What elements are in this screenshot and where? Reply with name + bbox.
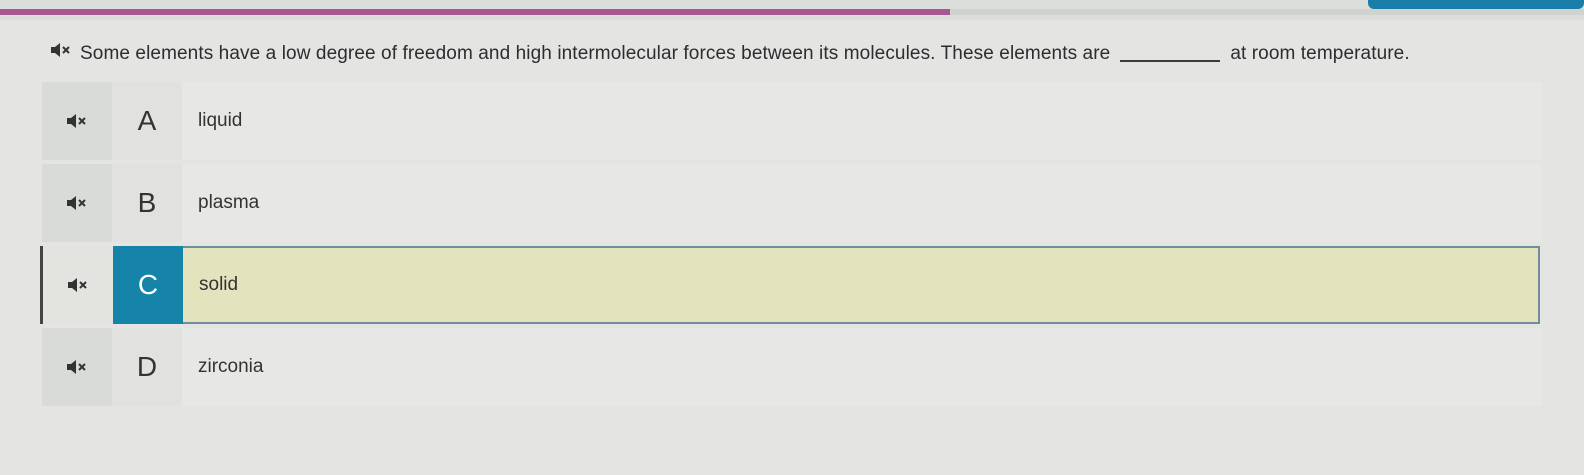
speaker-mute-icon	[67, 360, 86, 374]
option-d[interactable]: D zirconia	[42, 328, 1542, 406]
option-c[interactable]: C solid	[40, 246, 1540, 324]
top-bar	[0, 0, 1584, 20]
option-b-speaker-button[interactable]	[42, 164, 112, 242]
option-c-speaker-button[interactable]	[40, 246, 113, 324]
option-b-letter: B	[112, 164, 182, 242]
option-a[interactable]: A liquid	[42, 82, 1542, 160]
progress-bar	[0, 9, 1584, 15]
option-b-text: plasma	[182, 164, 1542, 242]
option-c-text: solid	[183, 246, 1540, 324]
option-a-speaker-button[interactable]	[42, 82, 112, 160]
question-text-after: at room temperature.	[1230, 43, 1410, 64]
option-a-letter: A	[112, 82, 182, 160]
option-a-text: liquid	[182, 82, 1542, 160]
speaker-mute-icon	[51, 43, 70, 57]
option-d-letter: D	[112, 328, 182, 406]
speaker-mute-icon	[67, 196, 86, 210]
option-c-letter: C	[113, 246, 183, 324]
answer-blank	[1120, 60, 1221, 62]
question-speaker-button[interactable]	[42, 38, 80, 62]
answer-options: A liquid B plasma C solid D zirconia	[40, 82, 1584, 410]
option-b[interactable]: B plasma	[42, 164, 1542, 242]
speaker-mute-icon	[67, 114, 86, 128]
progress-bar-fill	[0, 9, 951, 15]
top-right-button[interactable]	[1368, 0, 1584, 9]
speaker-mute-icon	[68, 278, 87, 292]
option-d-speaker-button[interactable]	[42, 328, 112, 406]
question-text-before: Some elements have a low degree of freed…	[80, 43, 1111, 64]
option-d-text: zirconia	[182, 328, 1542, 406]
question-text: Some elements have a low degree of freed…	[80, 42, 1410, 66]
